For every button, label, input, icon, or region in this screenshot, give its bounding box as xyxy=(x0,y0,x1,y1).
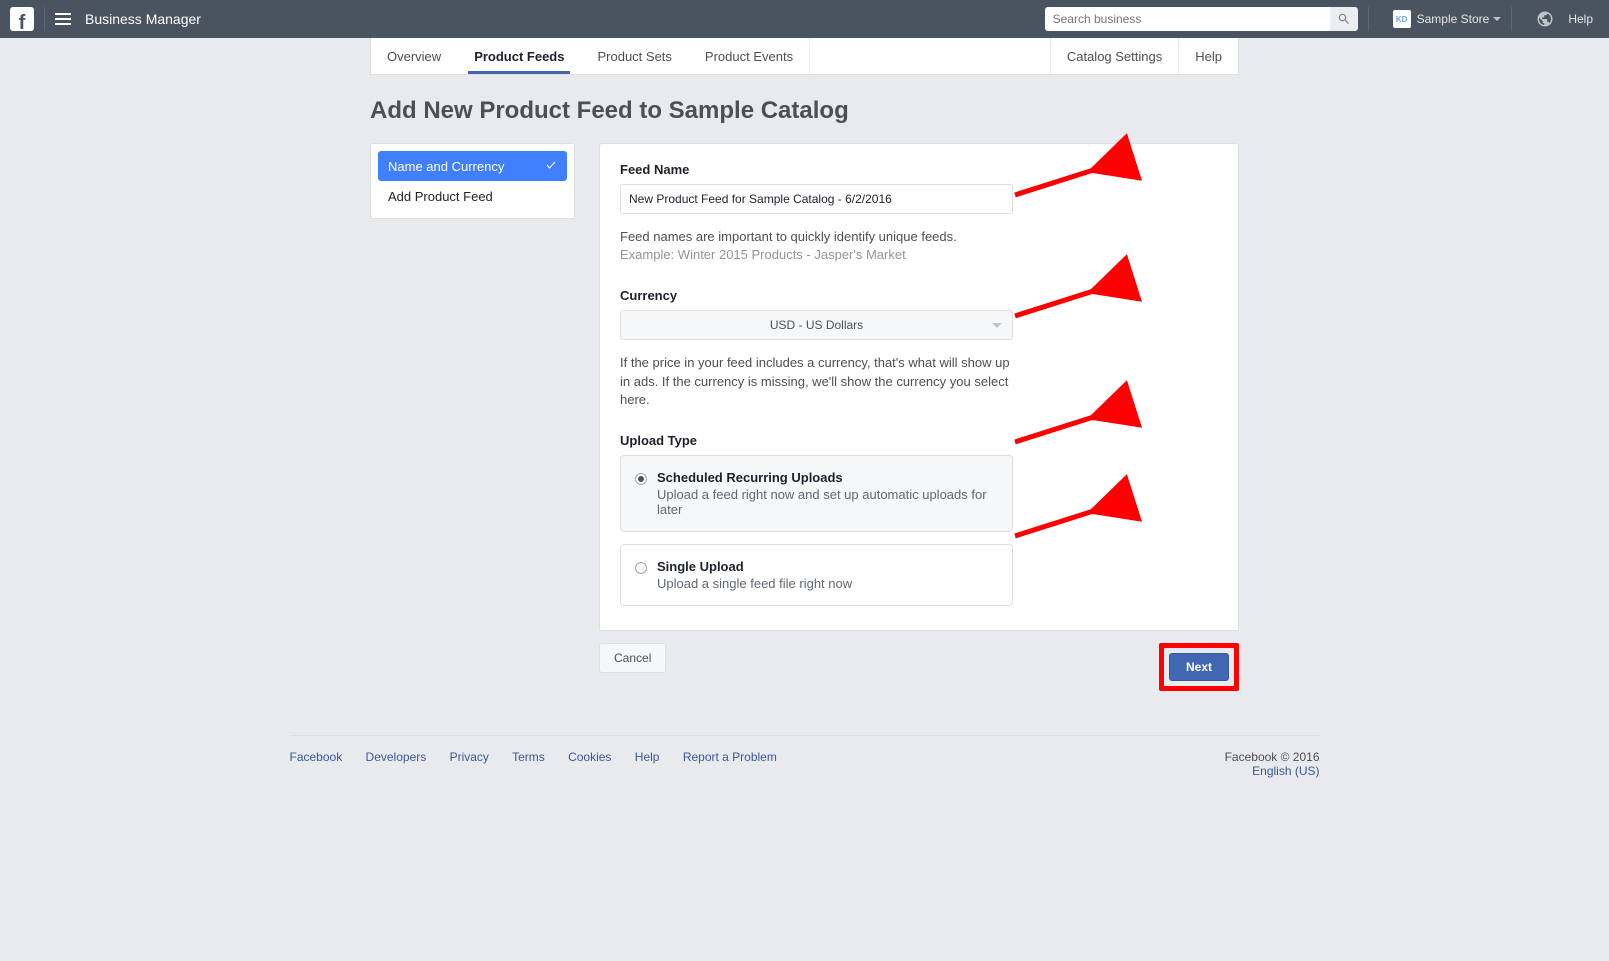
tab-catalog-settings[interactable]: Catalog Settings xyxy=(1050,38,1178,74)
topbar: f Business Manager KD Sample Store Help xyxy=(0,0,1609,38)
feed-name-input[interactable] xyxy=(620,184,1013,214)
footer: Facebook Developers Privacy Terms Cookie… xyxy=(290,735,1320,778)
form-panel: Feed Name Feed names are important to qu… xyxy=(599,143,1239,631)
menu-icon[interactable] xyxy=(55,13,71,25)
check-icon xyxy=(545,159,557,174)
annotation-arrow-icon xyxy=(1005,402,1135,452)
search-input[interactable] xyxy=(1045,7,1330,31)
footer-link[interactable]: Developers xyxy=(366,750,427,764)
currency-help: If the price in your feed includes a cur… xyxy=(620,354,1020,409)
account-switcher[interactable]: Sample Store xyxy=(1417,12,1502,26)
action-row: Cancel Next xyxy=(599,643,1239,691)
footer-link[interactable]: Cookies xyxy=(568,750,611,764)
footer-link[interactable]: Privacy xyxy=(450,750,489,764)
tab-overview[interactable]: Overview xyxy=(371,38,458,74)
caret-down-icon xyxy=(1493,17,1501,21)
step-name-currency[interactable]: Name and Currency xyxy=(378,151,567,181)
divider xyxy=(44,7,45,31)
feed-name-help: Feed names are important to quickly iden… xyxy=(620,228,1020,264)
currency-select[interactable]: USD - US Dollars xyxy=(620,310,1013,340)
radio-icon xyxy=(635,562,647,574)
step-add-feed[interactable]: Add Product Feed xyxy=(378,181,567,211)
search-box xyxy=(1045,7,1358,31)
next-button[interactable]: Next xyxy=(1169,653,1229,681)
tab-product-sets[interactable]: Product Sets xyxy=(581,38,688,74)
upload-option-scheduled[interactable]: Scheduled Recurring Uploads Upload a fee… xyxy=(620,455,1013,532)
upload-option-single[interactable]: Single Upload Upload a single feed file … xyxy=(620,544,1013,606)
app-title: Business Manager xyxy=(85,11,201,27)
language-link[interactable]: English (US) xyxy=(1252,764,1319,778)
steps-sidebar: Name and Currency Add Product Feed xyxy=(370,143,575,219)
notifications-globe-icon[interactable] xyxy=(1536,10,1554,28)
footer-link[interactable]: Facebook xyxy=(290,750,343,764)
option-subtitle: Upload a single feed file right now xyxy=(657,576,852,591)
footer-link[interactable]: Terms xyxy=(512,750,545,764)
annotation-arrow-icon xyxy=(1005,496,1135,546)
tab-product-feeds[interactable]: Product Feeds xyxy=(458,38,581,74)
annotation-arrow-icon xyxy=(1005,276,1135,326)
option-subtitle: Upload a feed right now and set up autom… xyxy=(657,487,998,517)
tab-bar: Overview Product Feeds Product Sets Prod… xyxy=(370,38,1239,75)
footer-link[interactable]: Report a Problem xyxy=(683,750,777,764)
footer-links: Facebook Developers Privacy Terms Cookie… xyxy=(290,750,797,778)
annotation-highlight: Next xyxy=(1159,643,1239,691)
search-icon xyxy=(1337,12,1351,26)
option-title: Single Upload xyxy=(657,559,852,574)
footer-link[interactable]: Help xyxy=(635,750,660,764)
step-label: Name and Currency xyxy=(388,159,504,174)
store-name-label: Sample Store xyxy=(1417,12,1490,26)
facebook-logo[interactable]: f xyxy=(10,7,34,31)
option-title: Scheduled Recurring Uploads xyxy=(657,470,998,485)
copyright: Facebook © 2016 xyxy=(1225,750,1320,764)
radio-icon xyxy=(635,473,647,485)
cancel-button[interactable]: Cancel xyxy=(599,643,666,673)
divider xyxy=(1511,7,1512,31)
currency-value: USD - US Dollars xyxy=(770,318,863,332)
step-label: Add Product Feed xyxy=(388,189,493,204)
divider xyxy=(1368,7,1369,31)
help-link[interactable]: Help xyxy=(1568,12,1593,26)
annotation-arrow-icon xyxy=(1005,155,1135,205)
tab-product-events[interactable]: Product Events xyxy=(689,38,810,74)
search-button[interactable] xyxy=(1330,7,1358,31)
caret-down-icon xyxy=(992,323,1002,328)
tab-help[interactable]: Help xyxy=(1178,38,1238,74)
avatar[interactable]: KD xyxy=(1393,10,1411,28)
page-title: Add New Product Feed to Sample Catalog xyxy=(370,97,1239,125)
